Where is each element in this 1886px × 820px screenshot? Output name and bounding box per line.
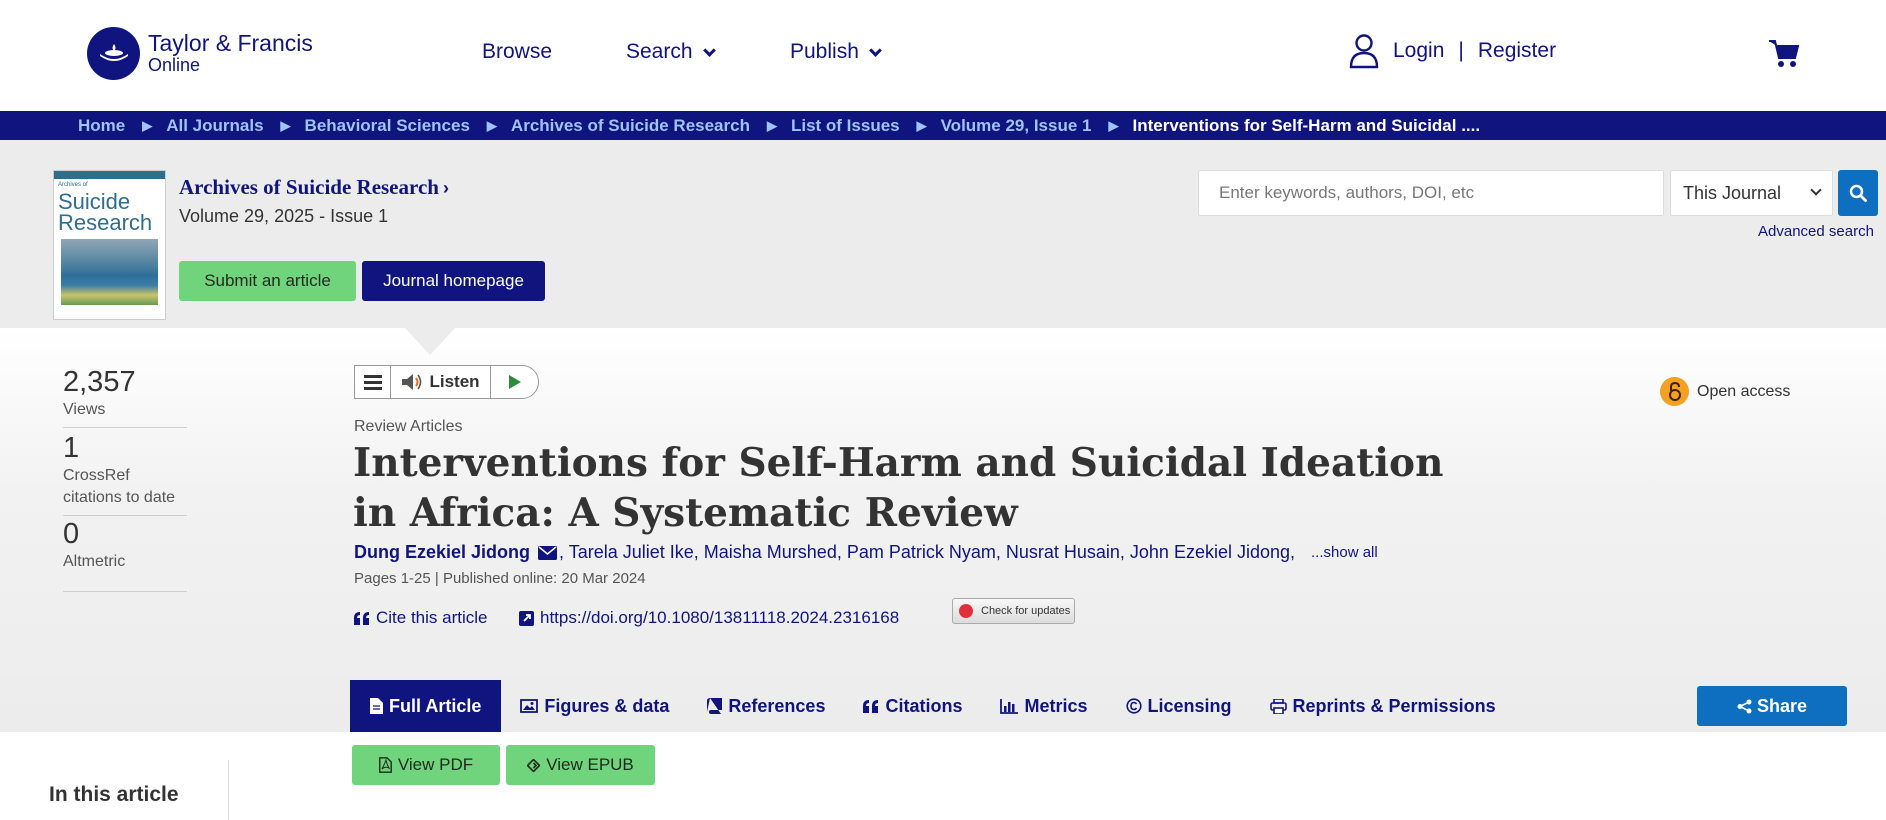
- tab-licensing[interactable]: Licensing: [1107, 680, 1251, 732]
- crossmark-icon: [959, 604, 973, 618]
- publication-info: Pages 1-25 | Published online: 20 Mar 20…: [354, 570, 646, 587]
- journal-cover-image[interactable]: Archives of Suicide Research: [53, 170, 166, 320]
- quote-icon: [354, 611, 369, 625]
- nav-search[interactable]: Search: [626, 40, 716, 64]
- cite-article-link[interactable]: Cite this article: [354, 608, 487, 628]
- cover-title: Suicide Research: [58, 189, 153, 235]
- metric-views: 2,357 Views: [63, 366, 187, 428]
- taylor-francis-logo[interactable]: Taylor & Francis Online: [87, 27, 313, 80]
- search-input[interactable]: Enter keywords, authors, DOI, etc: [1198, 170, 1664, 216]
- sidebar-divider: [228, 760, 229, 820]
- breadcrumb-behavioral-sciences[interactable]: Behavioral Sciences: [305, 116, 470, 136]
- envelope-icon[interactable]: [538, 545, 558, 560]
- breadcrumb-arrow-icon: ▶: [142, 117, 153, 133]
- breadcrumb-all-journals[interactable]: All Journals: [166, 116, 263, 136]
- metric-crossref[interactable]: 1 CrossRef citations to date: [63, 432, 187, 516]
- breadcrumb-arrow-icon: ▶: [280, 117, 291, 133]
- breadcrumb: Home ▶ All Journals ▶ Behavioral Science…: [0, 111, 1886, 140]
- user-links: Login | Register: [1349, 33, 1556, 69]
- submit-article-button[interactable]: Submit an article: [179, 261, 356, 301]
- play-button[interactable]: [491, 374, 538, 390]
- user-icon: [1349, 34, 1379, 69]
- cart-icon[interactable]: [1768, 38, 1800, 68]
- chevron-right-icon: ›: [442, 178, 449, 198]
- search-button[interactable]: [1838, 170, 1878, 216]
- chevron-down-icon: [1810, 184, 1822, 196]
- quote-icon: [863, 699, 879, 713]
- journal-volume: Volume 29, 2025 - Issue 1: [179, 206, 389, 226]
- view-pdf-button[interactable]: View PDF: [352, 745, 500, 785]
- breadcrumb-arrow-icon: ▶: [766, 117, 777, 133]
- tab-full-article[interactable]: Full Article: [350, 680, 502, 732]
- journal-homepage-button[interactable]: Journal homepage: [362, 261, 545, 301]
- listen-button[interactable]: Listen: [391, 366, 491, 398]
- play-icon: [508, 375, 521, 389]
- share-icon: [1737, 699, 1752, 713]
- author-list: Dung Ezekiel Jidong , Tarela Juliet Ike,…: [354, 542, 1378, 563]
- open-access-badge: Open access: [1660, 377, 1790, 406]
- breadcrumb-home[interactable]: Home: [78, 116, 125, 136]
- metric-altmetric[interactable]: 0 Altmetric: [63, 518, 187, 592]
- breadcrumb-list-of-issues[interactable]: List of Issues: [791, 116, 900, 136]
- image-icon: [520, 699, 539, 713]
- doi-link[interactable]: https://doi.org/10.1080/13811118.2024.23…: [519, 608, 899, 628]
- advanced-search-link[interactable]: Advanced search: [1758, 223, 1874, 240]
- tab-citations[interactable]: Citations: [844, 680, 981, 732]
- open-lock-icon: [1660, 377, 1689, 406]
- breadcrumb-arrow-icon: ▶: [916, 117, 927, 133]
- speaker-icon: [402, 374, 422, 390]
- journal-banner: Archives of Suicide Research Archives of…: [0, 140, 1886, 328]
- tab-reprints-permissions[interactable]: Reprints & Permissions: [1251, 680, 1515, 732]
- copyright-icon: [1125, 698, 1142, 714]
- view-epub-button[interactable]: View EPUB: [506, 745, 655, 785]
- nav-browse[interactable]: Browse: [482, 40, 552, 64]
- breadcrumb-arrow-icon: ▶: [486, 117, 497, 133]
- journal-title-link[interactable]: Archives of Suicide Research ›: [179, 175, 449, 200]
- co-author-links[interactable]: , Tarela Juliet Ike, Maisha Murshed, Pam…: [559, 542, 1295, 563]
- epub-icon: [527, 758, 541, 772]
- article-title: Interventions for Self-Harm and Suicidal…: [353, 440, 1444, 536]
- chevron-down-icon: [702, 43, 716, 57]
- external-link-icon: [519, 610, 534, 626]
- share-button[interactable]: Share: [1697, 686, 1847, 726]
- chevron-down-icon: [869, 43, 882, 57]
- logo-name: Taylor & Francis: [148, 29, 313, 56]
- breadcrumb-journal[interactable]: Archives of Suicide Research: [511, 116, 750, 136]
- logo-lamp-icon: [87, 27, 140, 80]
- check-for-updates-button[interactable]: Check for updates: [952, 598, 1075, 624]
- show-all-authors-link[interactable]: ...show all: [1311, 544, 1378, 561]
- breadcrumb-current-article: Interventions for Self-Harm and Suicidal…: [1132, 115, 1481, 135]
- tab-figures-data[interactable]: Figures & data: [501, 680, 688, 732]
- print-icon: [1269, 698, 1287, 714]
- nav-publish[interactable]: Publish: [790, 40, 882, 64]
- logo-suffix: Online: [148, 55, 201, 76]
- book-icon: [707, 698, 723, 714]
- article-section-label: Review Articles: [354, 418, 463, 435]
- search-icon: [1849, 184, 1867, 202]
- banner-pointer: [405, 328, 455, 355]
- site-header: Taylor & Francis Online Browse Search Pu…: [0, 0, 1886, 111]
- register-link[interactable]: Register: [1478, 39, 1556, 63]
- tab-references[interactable]: References: [688, 680, 844, 732]
- cover-small-title: Archives of: [58, 182, 88, 188]
- article-tabs: Full Article Figures & data References C…: [350, 680, 1515, 732]
- breadcrumb-issue[interactable]: Volume 29, Issue 1: [941, 116, 1092, 136]
- file-icon: [370, 698, 383, 714]
- in-this-article-heading: In this article: [49, 783, 179, 806]
- menu-icon[interactable]: [355, 366, 391, 398]
- cover-artwork: [61, 239, 158, 305]
- bar-chart-icon: [1000, 698, 1019, 714]
- listen-widget: Listen: [354, 365, 539, 399]
- login-link[interactable]: Login: [1393, 39, 1444, 63]
- author-link[interactable]: Dung Ezekiel Jidong: [354, 542, 530, 563]
- pdf-icon: [378, 757, 392, 773]
- breadcrumb-arrow-icon: ▶: [1108, 117, 1119, 133]
- search-scope-select[interactable]: This Journal: [1670, 170, 1833, 216]
- separator: |: [1458, 39, 1464, 62]
- tab-metrics[interactable]: Metrics: [981, 680, 1106, 732]
